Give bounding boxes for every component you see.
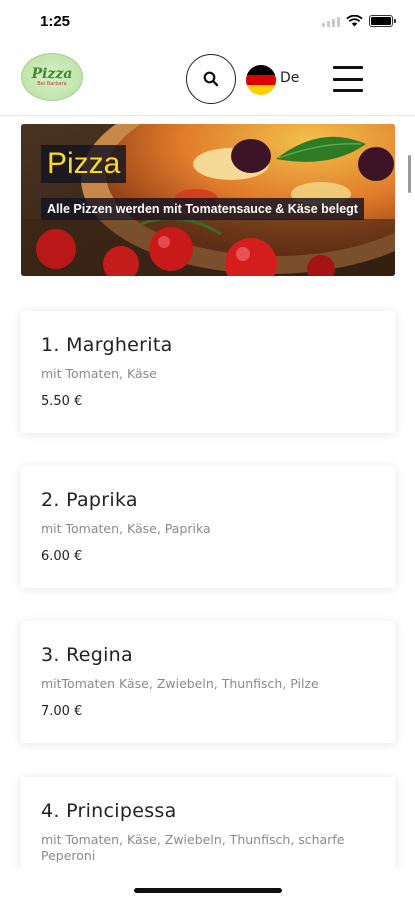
logo-text: Pizza <box>31 65 73 82</box>
flag-stripe-red <box>246 75 276 85</box>
restaurant-logo[interactable]: Pizza Bei Barbara <box>21 53 83 101</box>
category-title: Pizza <box>41 145 127 183</box>
menu-item-card[interactable]: 3. Regina mitTomaten Käse, Zwiebeln, Thu… <box>21 621 395 743</box>
menu-line <box>333 89 363 92</box>
status-time: 1:25 <box>40 13 71 30</box>
item-price: 5.50 € <box>41 394 83 409</box>
status-bar: 1:25 <box>0 0 415 46</box>
flag-stripe-gold <box>246 85 276 95</box>
menu-line <box>333 77 363 81</box>
search-button[interactable] <box>186 54 236 104</box>
menu-line <box>333 66 363 69</box>
menu-item-card[interactable]: 2. Paprika mit Tomaten, Käse, Paprika 6.… <box>21 466 395 588</box>
item-price: 6.00 € <box>41 549 83 564</box>
category-banner: Pizza Alle Pizzen werden mit Tomatensauc… <box>21 124 395 276</box>
wifi-icon <box>346 15 363 27</box>
item-description: mit Tomaten, Käse <box>41 366 157 381</box>
item-name: 2. Paprika <box>41 489 138 511</box>
item-name: 4. Principessa <box>41 800 177 822</box>
item-description: mitTomaten Käse, Zwiebeln, Thunfisch, Pi… <box>41 676 319 691</box>
app-header: Pizza Bei Barbara De <box>0 46 415 116</box>
item-name: 1. Margherita <box>41 334 173 356</box>
battery-icon <box>369 15 396 27</box>
logo-subtext: Bei Barbara <box>37 80 67 87</box>
flag-stripe-black <box>246 65 276 75</box>
hamburger-menu-button[interactable] <box>333 66 363 92</box>
category-description: Alle Pizzen werden mit Tomatensauce & Kä… <box>41 198 364 220</box>
status-icons <box>322 15 396 27</box>
german-flag-icon[interactable] <box>246 65 276 95</box>
item-price: 7.00 € <box>41 704 83 719</box>
search-icon <box>203 71 219 87</box>
cellular-signal-icon <box>322 16 340 27</box>
language-selector[interactable]: De <box>280 70 299 86</box>
item-description: mit Tomaten, Käse, Paprika <box>41 521 211 536</box>
menu-item-card[interactable]: 1. Margherita mit Tomaten, Käse 5.50 € <box>21 311 395 433</box>
bottom-bar <box>0 868 415 900</box>
item-description: mit Tomaten, Käse, Zwiebeln, Thunfisch, … <box>41 832 345 863</box>
home-indicator[interactable] <box>134 888 282 893</box>
item-name: 3. Regina <box>41 644 133 666</box>
scrollbar[interactable] <box>408 155 411 193</box>
category-description-box: Alle Pizzen werden mit Tomatensauce & Kä… <box>41 194 377 225</box>
